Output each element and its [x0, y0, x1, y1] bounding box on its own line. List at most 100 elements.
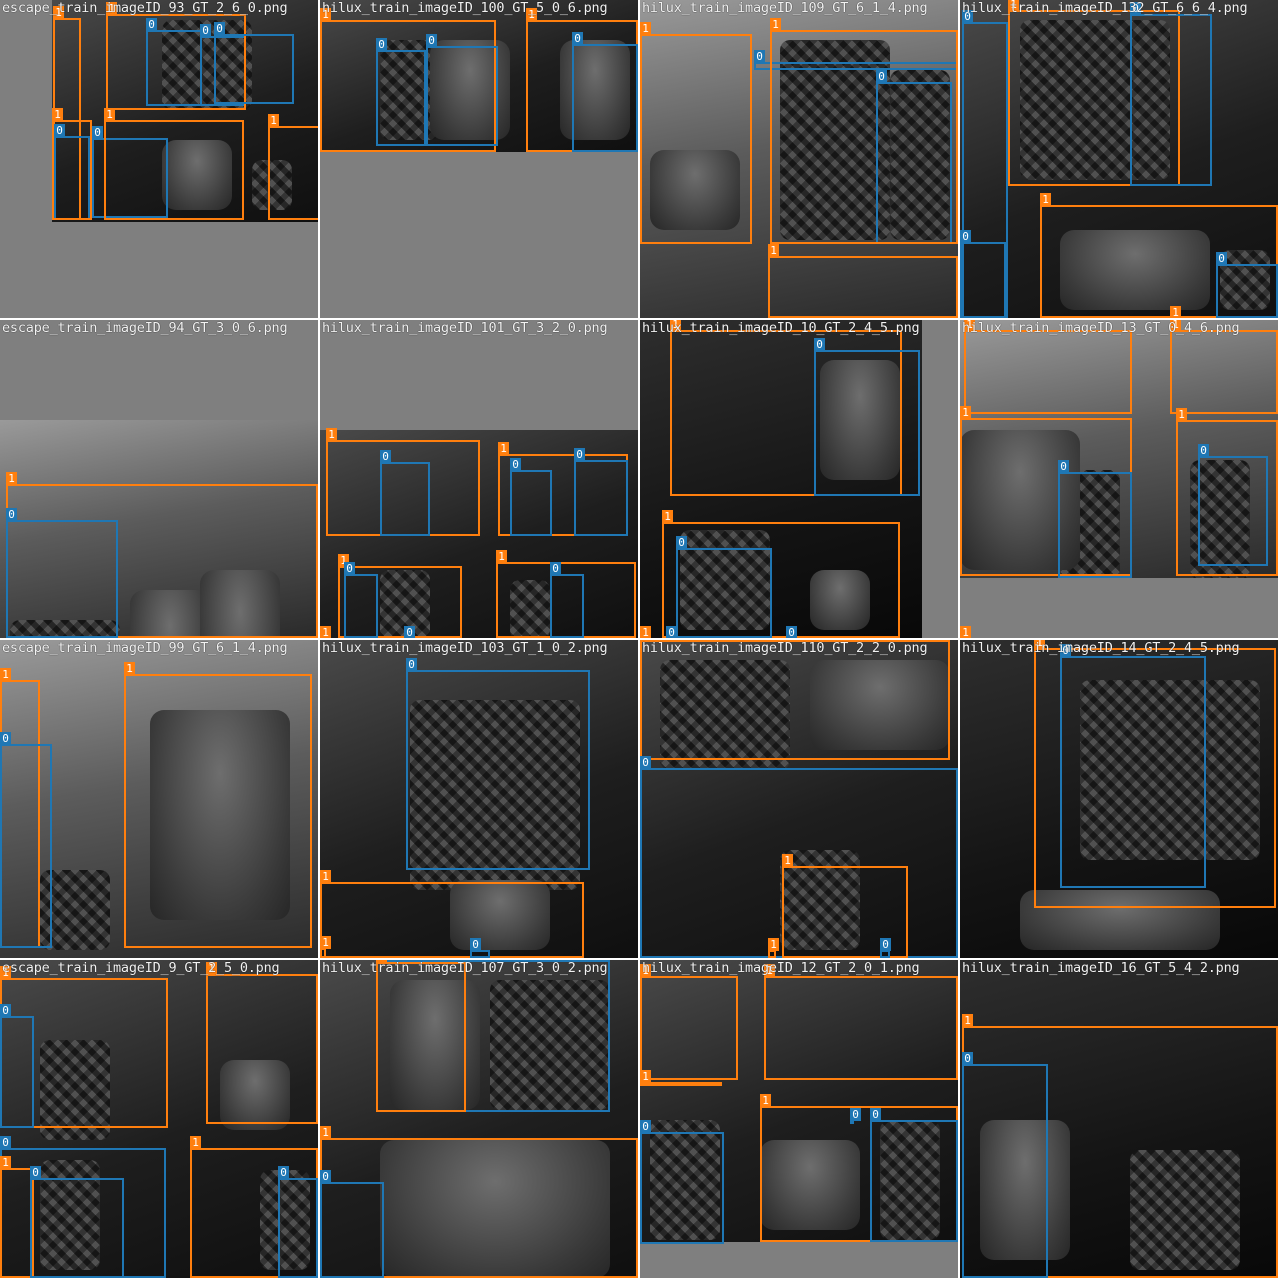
bbox-class-label: 1: [326, 428, 337, 441]
mosaic-tile: 0 1 1 0 hilux_train_imageID_103_GT_1_0_2.png: [320, 640, 638, 958]
bbox-class-0: 0: [574, 448, 628, 536]
bbox-class-1: 1: [0, 1156, 34, 1278]
bbox-class-label: 0: [278, 1166, 289, 1179]
bbox-class-0: 0: [1216, 252, 1278, 318]
bbox-class-0: 0: [344, 562, 378, 638]
tile-filename: hilux_train_imageID_100_GT_5_0_6.png: [322, 0, 608, 16]
bbox-class-label: 1: [0, 1156, 11, 1169]
tile-filename: escape_train_imageID_9_GT_2_5_0.png: [2, 960, 280, 976]
mosaic-tile: 1 1 0 1 0 1 0 hilux_train_imageID_12_GT_2_0_1.p…: [640, 960, 958, 1278]
bbox-class-1: 1: [768, 938, 779, 958]
bbox-class-label: 1: [782, 854, 793, 867]
bbox-class-label: 0: [426, 34, 437, 47]
bbox-class-1: 1: [268, 114, 318, 220]
bbox-class-label: 1: [1176, 408, 1187, 421]
bbox-class-0: 0: [0, 1004, 34, 1128]
tile-filename: hilux_train_imageID_109_GT_6_1_4.png: [642, 0, 928, 16]
bbox-class-1: 1: [764, 964, 958, 1080]
tile-filename: hilux_train_imageID_103_GT_1_0_2.png: [322, 640, 608, 656]
bbox-class-1: 1: [640, 964, 738, 1080]
bbox-class-0: 0: [376, 38, 426, 146]
bbox-class-1: 1: [768, 244, 958, 318]
bbox-class-0: 0: [880, 938, 891, 958]
bbox-class-label: 1: [760, 1094, 771, 1107]
bbox-class-label: 0: [320, 1170, 331, 1183]
mosaic-tile: 1 0 0 1 0 1 0 1 0 1 escape_train_imageID_93_GT_2_6…: [0, 0, 318, 318]
bbox-class-label: 0: [786, 626, 797, 638]
tile-filename: escape_train_imageID_99_GT_6_1_4.png: [2, 640, 288, 656]
bbox-class-0: 0: [278, 1166, 318, 1278]
bbox-class-0: 0: [676, 536, 772, 638]
bbox-class-label: 0: [870, 1108, 881, 1121]
bbox-class-label: 1: [0, 668, 11, 681]
bbox-class-label: 0: [962, 1052, 973, 1065]
mosaic-tile: 1 0 hilux_train_imageID_14_GT_2_4_5.png: [960, 640, 1278, 958]
bbox-class-0: 0: [30, 1166, 124, 1278]
bbox-class-label: 0: [380, 450, 391, 463]
bbox-class-1: 1: [1170, 320, 1278, 414]
bbox-class-label: 1: [320, 870, 331, 883]
bbox-class-0: 0: [214, 22, 294, 104]
bbox-class-label: 1: [6, 472, 17, 485]
bbox-class-label: 0: [814, 338, 825, 351]
mosaic-tile: 1 0 hilux_train_imageID_16_GT_5_4_2.png: [960, 960, 1278, 1278]
bbox-class-label: 0: [6, 508, 17, 521]
bbox-class-0: 0: [6, 508, 118, 638]
bbox-class-label: 1: [498, 442, 509, 455]
bbox-class-label: 0: [0, 1136, 11, 1149]
bbox-class-label: 1: [962, 1014, 973, 1027]
bbox-class-label: 0: [550, 562, 561, 575]
mosaic-tile: 1 0 1 0 0 1 0 1 0 1 0 hilux_train_imageID_101_GT_3_…: [320, 320, 638, 638]
tile-filename: hilux_train_imageID_12_GT_2_0_1.png: [642, 960, 920, 976]
mosaic-tile: 1 0 1 escape_train_imageID_99_GT_6_1_4.png: [0, 640, 318, 958]
bbox-class-0: 0: [470, 938, 490, 958]
bbox-class-label: 0: [1058, 460, 1069, 473]
bbox-class-0: 0: [0, 732, 52, 948]
tile-filename: hilux_train_imageID_110_GT_2_2_0.png: [642, 640, 928, 656]
bbox-class-label: 0: [640, 1120, 651, 1133]
bbox-class-0: 0: [406, 658, 590, 870]
bbox-class-label: 0: [406, 658, 417, 671]
bbox-class-0: 0: [380, 450, 430, 536]
tile-filename: hilux_train_imageID_13_GT_0_4_6.png: [962, 320, 1240, 336]
mosaic-tile: 10110hilux_train_imageID_110_GT_2_2_0.pn…: [640, 640, 958, 958]
bbox-class-label: 1: [960, 406, 971, 419]
bbox-class-label: 1: [768, 244, 779, 257]
bbox-class-label: 0: [30, 1166, 41, 1179]
bbox-class-0: 0: [572, 32, 638, 152]
bbox-class-0: 0: [870, 1108, 958, 1242]
bbox-class-0: 0: [550, 562, 584, 638]
bbox-class-0: 0: [1130, 2, 1212, 186]
bbox-class-label: 0: [92, 126, 103, 139]
bbox-class-label: 1: [770, 18, 781, 31]
bbox-class-1: 1: [640, 1070, 722, 1086]
bbox-class-label: 1: [52, 108, 63, 121]
bbox-class-label: 0: [214, 22, 225, 35]
bbox-class-label: 0: [960, 230, 971, 243]
bbox-class-1: 1: [320, 936, 331, 958]
bbox-class-1: 1: [640, 22, 752, 244]
bbox-class-label: 1: [190, 1136, 201, 1149]
bbox-class-0: 0: [962, 1052, 1048, 1278]
bbox-class-label: 1: [496, 550, 507, 563]
bbox-class-label: 0: [574, 448, 585, 461]
bbox-class-1: 1: [770, 18, 958, 244]
mosaic-tile: 0 1 0 1 1 hilux_train_imageID_109_GT_6_1_4.pn…: [640, 0, 958, 318]
bbox-class-label: 0: [510, 458, 521, 471]
bbox-class-label: 1: [268, 114, 279, 127]
detection-mosaic: 1 0 0 1 0 1 0 1 0 1 escape_train_imageID_93_GT_2_6…: [0, 0, 1280, 1280]
bbox-class-1: 1: [376, 960, 466, 1112]
mosaic-tile: 1 0 0 1 0 hilux_train_imageID_100_GT_5_0_6.pn…: [320, 0, 638, 318]
bbox-class-label: 0: [0, 732, 11, 745]
bbox-class-0: 0: [320, 1170, 384, 1278]
bbox-class-0: 0: [426, 34, 498, 146]
tile-filename: hilux_train_imageID_10_GT_2_4_5.png: [642, 320, 920, 336]
tile-filename: escape_train_imageID_94_GT_3_0_6.png: [2, 320, 288, 336]
bbox-class-label: 1: [104, 108, 115, 121]
mosaic-tile: 0 1 0 1 0 0 1 hilux_train_imageID_132_GT_6_6_4.…: [960, 0, 1278, 318]
tile-filename: hilux_train_imageID_14_GT_2_4_5.png: [962, 640, 1240, 656]
bbox-class-label: 1: [320, 1126, 331, 1139]
mosaic-tile: 1 0 escape_train_imageID_94_GT_3_0_6.png: [0, 320, 318, 638]
bbox-class-label: 0: [880, 938, 891, 951]
bbox-class-label: 0: [640, 756, 651, 769]
